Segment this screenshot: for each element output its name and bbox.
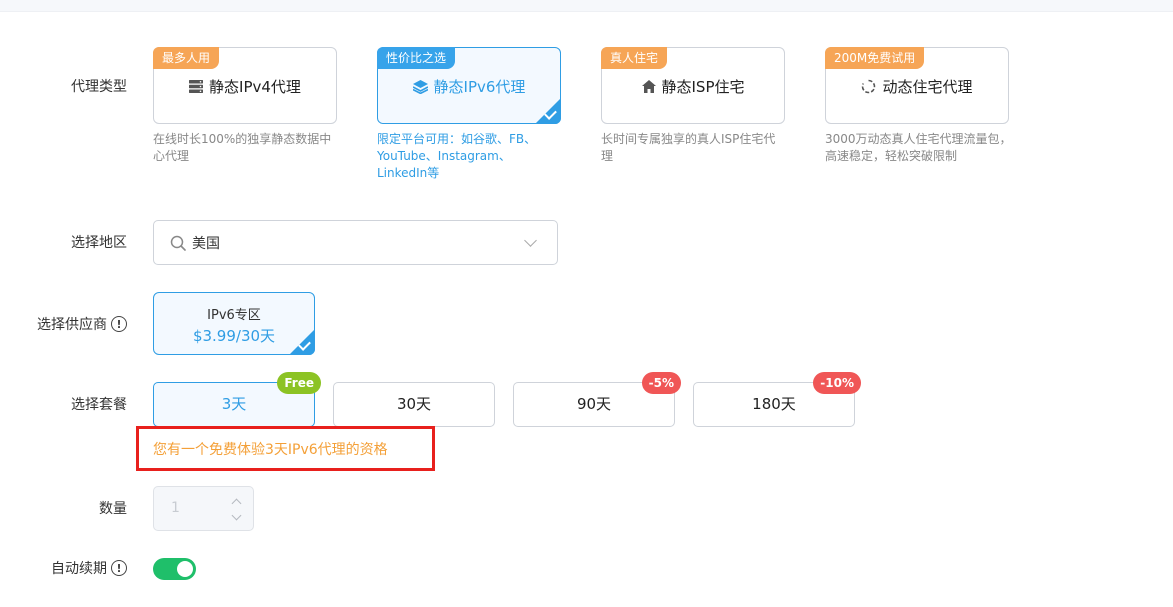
chevron-down-icon [524,234,537,247]
proxy-type-title: 静态IPv6代理 [378,76,560,97]
layers-icon [412,79,428,94]
proxy-type-label-text: 代理类型 [71,79,127,95]
plan-option-label: 30天 [396,395,432,413]
quantity-label: 数量 [20,498,127,518]
proxy-type-desc: 长时间专属独享的真人ISP住宅代理 [601,132,776,163]
toggle-knob [177,561,193,577]
auto-renew-toggle[interactable] [153,558,196,580]
plan-label-text: 选择套餐 [71,397,127,413]
free-trial-note: 您有一个免费体验3天IPv6代理的资格 [136,426,435,471]
proxy-type-card-ipv6[interactable]: 性价比之选 静态IPv6代理 [377,47,561,124]
region-value: 美国 [192,235,220,252]
plan-option-label: 180天 [752,395,796,413]
plan-label: 选择套餐 [20,394,127,414]
proxy-type-title-text: 静态ISP住宅 [661,78,745,96]
proxy-type-title-text: 动态住宅代理 [882,78,973,96]
server-icon [189,80,204,93]
proxy-type-tag: 最多人用 [153,47,220,69]
selected-check-icon [289,329,315,355]
plan-option-label: 90天 [576,395,612,413]
region-select[interactable]: 美国 [153,220,558,265]
region-label-text: 选择地区 [71,235,127,251]
home-icon [641,80,656,93]
plan-badge: Free [277,372,321,394]
plan-option-30-days[interactable]: 30天 [333,382,495,427]
info-icon[interactable]: ! [111,316,127,332]
proxy-type-desc: 3000万动态真人住宅代理流量包，高速稳定，轻松突破限制 [825,132,1012,163]
plan-option-180-days[interactable]: 180天 -10% [693,372,861,427]
search-icon [170,235,186,251]
plan-badge: -10% [813,372,861,394]
auto-renew-label-text: 自动续期 [51,561,107,577]
proxy-type-card-isp[interactable]: 真人住宅 静态ISP住宅 [601,47,785,124]
provider-name: IPv6专区 [207,308,261,323]
proxy-type-label: 代理类型 [20,76,127,96]
region-label: 选择地区 [20,232,127,252]
plan-option-90-days[interactable]: 90天 -5% [513,372,681,427]
plan-option-label: 3天 [221,395,247,413]
proxy-type-desc: 限定平台可用：如谷歌、FB、YouTube、Instagram、LinkedIn… [377,132,537,180]
quantity-value: 1 [171,500,180,516]
proxy-type-tag: 性价比之选 [377,47,456,69]
chevron-up-icon[interactable] [231,498,242,509]
refresh-icon [862,79,876,94]
quantity-stepper[interactable]: 1 [153,486,254,531]
selected-check-icon [535,98,561,124]
proxy-type-tag: 200M免费试用 [825,47,925,69]
proxy-type-card-ipv4[interactable]: 最多人用 静态IPv4代理 [153,47,337,124]
provider-label: 选择供应商 ! [10,314,127,334]
plan-option-3-days[interactable]: 3天 Free [153,372,321,427]
plan-badge: -5% [641,372,681,394]
proxy-type-desc: 在线时长100%的独享静态数据中心代理 [153,132,332,163]
proxy-type-title-text: 静态IPv6代理 [433,78,526,96]
top-band [0,0,1173,12]
proxy-type-title: 静态ISP住宅 [602,76,784,97]
proxy-type-title: 动态住宅代理 [826,76,1008,97]
provider-label-text: 选择供应商 [37,317,107,333]
info-icon[interactable]: ! [111,560,127,576]
free-trial-note-text: 您有一个免费体验3天IPv6代理的资格 [153,441,388,458]
auto-renew-label: 自动续期 ! [10,558,127,578]
proxy-type-card-dynamic[interactable]: 200M免费试用 动态住宅代理 [825,47,1009,124]
proxy-type-tag: 真人住宅 [601,47,668,69]
chevron-down-icon[interactable] [231,510,242,521]
proxy-type-title-text: 静态IPv4代理 [209,78,301,96]
quantity-label-text: 数量 [99,501,127,517]
provider-card-ipv6[interactable]: IPv6专区 $3.99/30天 [153,292,315,355]
proxy-type-title: 静态IPv4代理 [154,76,336,97]
